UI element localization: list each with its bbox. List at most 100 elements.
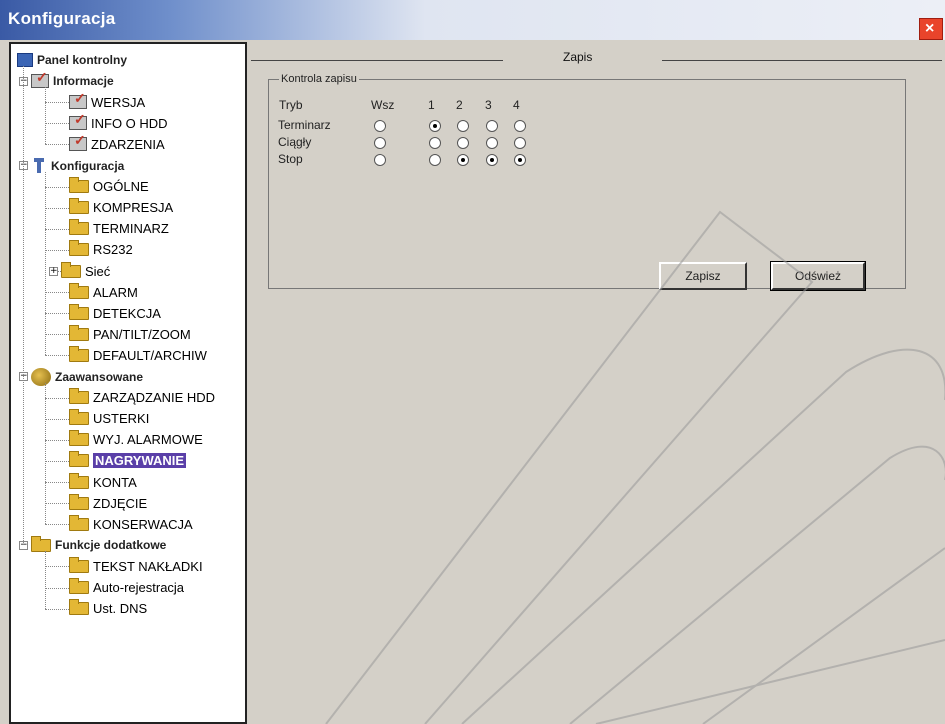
record-radio[interactable] — [429, 137, 441, 149]
info-icon — [31, 69, 49, 89]
tree-item[interactable]: USTERKI — [69, 409, 149, 429]
tree-connector — [45, 587, 69, 589]
tree-item[interactable]: ZDARZENIA — [69, 132, 165, 154]
folder-icon — [69, 556, 89, 573]
row-label: Terminarz — [278, 118, 331, 132]
tree-item-label: KONTA — [93, 474, 137, 490]
info-icon — [69, 132, 87, 152]
section-title: Zapis — [563, 50, 593, 64]
record-radio[interactable] — [457, 154, 469, 166]
record-radio[interactable] — [457, 120, 469, 132]
tree-connector — [45, 207, 69, 209]
tree-item-label: ZDARZENIA — [91, 136, 165, 152]
tree-connector — [23, 66, 24, 546]
tree-group-informacje[interactable]: −Informacje — [19, 69, 114, 91]
folder-icon — [69, 514, 89, 531]
tree-item-label: TERMINARZ — [93, 221, 169, 237]
tree-item[interactable]: RS232 — [69, 240, 133, 260]
tree-group-funkcje[interactable]: − Funkcje dodatkowe — [19, 535, 166, 555]
folder-icon — [69, 303, 89, 320]
tree-item[interactable]: DETEKCJA — [69, 303, 161, 323]
tree-item-label: Panel kontrolny — [37, 53, 128, 67]
folder-icon — [69, 451, 89, 468]
tree-item[interactable]: Auto-rejestracja — [69, 578, 184, 598]
tree-item[interactable]: WERSJA — [69, 90, 146, 112]
tree-connector — [45, 334, 69, 336]
record-radio[interactable] — [429, 154, 441, 166]
tree-item[interactable]: WYJ. ALARMOWE — [69, 430, 203, 450]
folder-icon — [69, 219, 89, 236]
tree-connector — [45, 551, 46, 609]
column-header: 3 — [485, 98, 492, 112]
tree-item-label: OGÓLNE — [93, 179, 149, 195]
close-button[interactable]: × — [919, 18, 943, 40]
tree-item[interactable]: OGÓLNE — [69, 177, 149, 197]
title-bar[interactable]: Konfiguracja × — [0, 0, 945, 40]
config-window: Konfiguracja × Panel kontrolny −Informacj… — [0, 0, 945, 724]
tree-item[interactable]: DEFAULT/ARCHIW — [69, 345, 207, 365]
tree-item-panel[interactable]: Panel kontrolny — [17, 50, 127, 70]
record-radio[interactable] — [374, 120, 386, 132]
folder-icon — [61, 261, 81, 278]
tree-item[interactable]: + Sieć — [49, 261, 110, 281]
tree-connector — [45, 503, 69, 505]
tree-item[interactable]: Ust. DNS — [69, 599, 147, 619]
tree-item[interactable]: ALARM — [69, 282, 138, 302]
refresh-button[interactable]: Odśwież — [770, 261, 866, 291]
folder-icon — [69, 493, 89, 510]
tree-item-label: DETEKCJA — [93, 305, 161, 321]
record-radio[interactable] — [486, 120, 498, 132]
column-header: 2 — [456, 98, 463, 112]
tree-connector — [45, 123, 69, 125]
tree-item-selected[interactable]: NAGRYWANIE — [69, 451, 187, 471]
tree-connector — [45, 186, 69, 188]
tree-connector — [45, 228, 69, 230]
tree-item-label: RS232 — [93, 242, 133, 258]
tree-connector — [45, 566, 69, 568]
row-label: Ciągły — [278, 135, 312, 149]
tree-connector — [45, 439, 69, 441]
tree-connector — [45, 313, 69, 315]
record-radio[interactable] — [374, 137, 386, 149]
tree-connector — [45, 460, 69, 462]
tree-item[interactable]: INFO O HDD — [69, 111, 168, 133]
tree-item[interactable]: TERMINARZ — [69, 219, 169, 239]
tree-item-label: USTERKI — [93, 411, 150, 427]
tree-item[interactable]: TEKST NAKŁADKI — [69, 556, 203, 576]
expander-icon[interactable]: + — [49, 266, 58, 276]
folder-icon — [69, 345, 89, 362]
tree-item[interactable]: KOMPRESJA — [69, 198, 173, 218]
folder-icon — [69, 599, 89, 616]
save-button[interactable]: Zapisz — [659, 262, 747, 290]
record-radio[interactable] — [374, 154, 386, 166]
record-radio[interactable] — [457, 137, 469, 149]
tree-connector — [45, 397, 69, 399]
tree-item-label: WERSJA — [91, 94, 146, 110]
tree-group-zaawansowane[interactable]: − Zaawansowane — [19, 367, 143, 387]
record-radio[interactable] — [514, 137, 526, 149]
record-radio[interactable] — [429, 120, 441, 132]
folder-icon — [69, 177, 89, 194]
tree-item[interactable]: ZARZĄDZANIE HDD — [69, 388, 215, 408]
tree-item-label: Sieć — [85, 263, 111, 279]
tree-item-label: Zaawansowane — [55, 369, 144, 384]
control-panel-icon — [17, 53, 33, 67]
tree-item-label: KOMPRESJA — [93, 200, 174, 216]
tree-item[interactable]: KONSERWACJA — [69, 514, 193, 534]
column-header: Tryb — [279, 98, 303, 112]
folder-icon — [69, 324, 89, 341]
folder-icon — [69, 282, 89, 299]
column-header: Wsz — [371, 98, 395, 112]
record-radio[interactable] — [514, 120, 526, 132]
record-radio[interactable] — [514, 154, 526, 166]
tree-connector — [45, 87, 46, 145]
main-panel: Zapis Kontrola zapisu Tryb Wsz 1 2 3 4 Termina… — [247, 42, 945, 724]
tree-item[interactable]: PAN/TILT/ZOOM — [69, 324, 191, 344]
record-radio[interactable] — [486, 154, 498, 166]
column-header: 4 — [513, 98, 520, 112]
tree-item[interactable]: ZDJĘCIE — [69, 493, 147, 513]
config-tree: Panel kontrolny −Informacje WERSJA INFO O H… — [9, 42, 247, 724]
tree-item[interactable]: KONTA — [69, 472, 137, 492]
tree-group-konfiguracja[interactable]: − Konfiguracja — [19, 156, 124, 176]
record-radio[interactable] — [486, 137, 498, 149]
